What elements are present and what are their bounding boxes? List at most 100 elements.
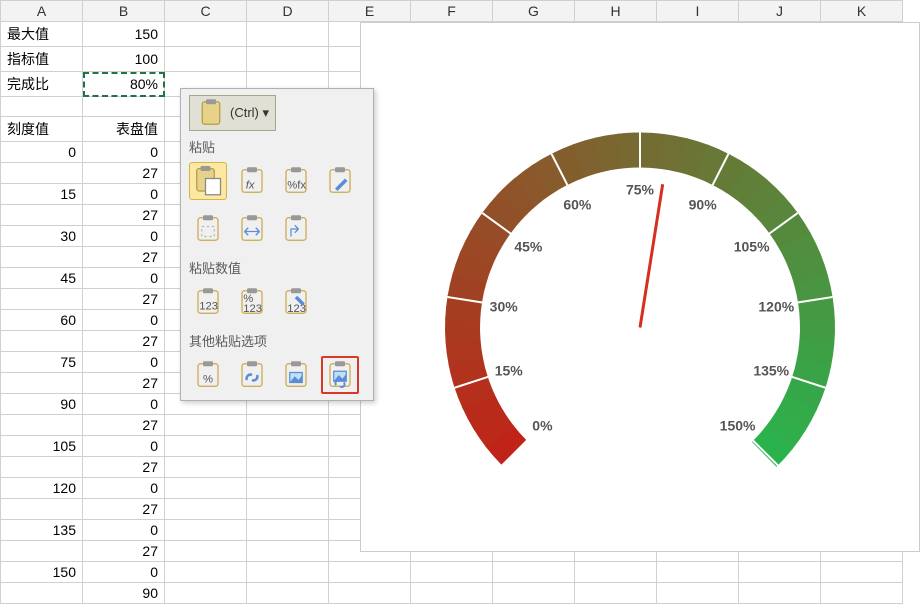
cell[interactable]: 105 — [1, 436, 83, 457]
cell[interactable] — [247, 541, 329, 562]
cell[interactable] — [329, 583, 411, 604]
cell[interactable]: 90 — [83, 583, 165, 604]
cell[interactable] — [493, 562, 575, 583]
paste-link-button[interactable] — [233, 356, 271, 394]
cell[interactable] — [247, 457, 329, 478]
cell[interactable] — [165, 436, 247, 457]
cell[interactable] — [1, 457, 83, 478]
cell[interactable]: 0 — [83, 562, 165, 583]
cell[interactable] — [1, 373, 83, 394]
cell[interactable]: 27 — [83, 331, 165, 352]
cell[interactable] — [493, 583, 575, 604]
column-header[interactable]: J — [739, 1, 821, 22]
paste-formatting-button[interactable]: % — [189, 356, 227, 394]
cell[interactable] — [165, 541, 247, 562]
cell[interactable] — [165, 499, 247, 520]
cell[interactable]: 75 — [1, 352, 83, 373]
cell[interactable]: 0 — [83, 520, 165, 541]
cell[interactable] — [247, 520, 329, 541]
cell[interactable] — [1, 163, 83, 184]
cell[interactable]: 100 — [83, 47, 165, 72]
cell[interactable] — [1, 331, 83, 352]
cell[interactable]: 80% — [83, 72, 165, 97]
column-header[interactable]: I — [657, 1, 739, 22]
cell[interactable] — [739, 562, 821, 583]
cell[interactable]: 27 — [83, 163, 165, 184]
cell[interactable] — [247, 478, 329, 499]
cell[interactable]: 27 — [83, 415, 165, 436]
cell[interactable] — [247, 583, 329, 604]
cell[interactable]: 0 — [83, 478, 165, 499]
cell[interactable] — [165, 415, 247, 436]
cell[interactable] — [821, 583, 903, 604]
paste-keep-source-fmt-button[interactable] — [321, 162, 359, 200]
column-header[interactable]: E — [329, 1, 411, 22]
cell[interactable] — [247, 436, 329, 457]
cell[interactable] — [1, 499, 83, 520]
cell[interactable] — [1, 583, 83, 604]
cell[interactable] — [165, 22, 247, 47]
cell[interactable]: 0 — [1, 142, 83, 163]
cell[interactable] — [165, 562, 247, 583]
paste-values-numfmt-button[interactable]: %123 — [233, 283, 271, 321]
cell[interactable]: 27 — [83, 205, 165, 226]
cell[interactable] — [83, 97, 165, 117]
cell[interactable] — [1, 97, 83, 117]
paste-transpose-button[interactable] — [277, 210, 315, 248]
cell[interactable]: 15 — [1, 184, 83, 205]
column-header[interactable]: F — [411, 1, 493, 22]
cell[interactable] — [657, 583, 739, 604]
gauge-chart[interactable]: 0%15%30%45%60%75%90%105%120%135%150% — [360, 22, 920, 552]
cell[interactable] — [165, 583, 247, 604]
paste-picture-button[interactable] — [277, 356, 315, 394]
cell[interactable]: 27 — [83, 457, 165, 478]
cell[interactable]: 27 — [83, 247, 165, 268]
cell[interactable] — [821, 562, 903, 583]
paste-col-widths-button[interactable] — [233, 210, 271, 248]
cell[interactable] — [1, 247, 83, 268]
cell[interactable]: 135 — [1, 520, 83, 541]
paste-formulas-button[interactable]: fx — [233, 162, 271, 200]
cell[interactable]: 0 — [83, 352, 165, 373]
cell[interactable]: 0 — [83, 268, 165, 289]
cell[interactable] — [575, 562, 657, 583]
cell[interactable] — [165, 520, 247, 541]
cell[interactable] — [1, 205, 83, 226]
cell[interactable] — [247, 415, 329, 436]
paste-all-button[interactable] — [189, 162, 227, 200]
cell[interactable]: 45 — [1, 268, 83, 289]
cell[interactable]: 150 — [1, 562, 83, 583]
cell[interactable] — [1, 415, 83, 436]
cell[interactable]: 0 — [83, 394, 165, 415]
cell[interactable]: 指标值 — [1, 47, 83, 72]
cell[interactable] — [329, 562, 411, 583]
column-header[interactable]: C — [165, 1, 247, 22]
cell[interactable]: 0 — [83, 184, 165, 205]
cell[interactable] — [1, 541, 83, 562]
cell[interactable]: 60 — [1, 310, 83, 331]
cell[interactable]: 27 — [83, 499, 165, 520]
column-header[interactable]: B — [83, 1, 165, 22]
cell[interactable]: 0 — [83, 310, 165, 331]
cell[interactable] — [247, 499, 329, 520]
cell[interactable] — [247, 47, 329, 72]
paste-no-borders-button[interactable] — [189, 210, 227, 248]
paste-ctrl-button[interactable]: (Ctrl) ▾ — [189, 95, 276, 131]
cell[interactable] — [165, 478, 247, 499]
cell[interactable] — [411, 562, 493, 583]
paste-values-button[interactable]: 123 — [189, 283, 227, 321]
cell[interactable] — [657, 562, 739, 583]
cell[interactable]: 150 — [83, 22, 165, 47]
cell[interactable]: 0 — [83, 436, 165, 457]
cell[interactable]: 120 — [1, 478, 83, 499]
column-header[interactable]: A — [1, 1, 83, 22]
cell[interactable] — [247, 22, 329, 47]
cell[interactable]: 27 — [83, 289, 165, 310]
cell[interactable] — [575, 583, 657, 604]
cell[interactable] — [1, 289, 83, 310]
cell[interactable]: 0 — [83, 142, 165, 163]
cell[interactable] — [165, 457, 247, 478]
cell[interactable]: 27 — [83, 373, 165, 394]
cell[interactable]: 完成比 — [1, 72, 83, 97]
cell[interactable]: 90 — [1, 394, 83, 415]
